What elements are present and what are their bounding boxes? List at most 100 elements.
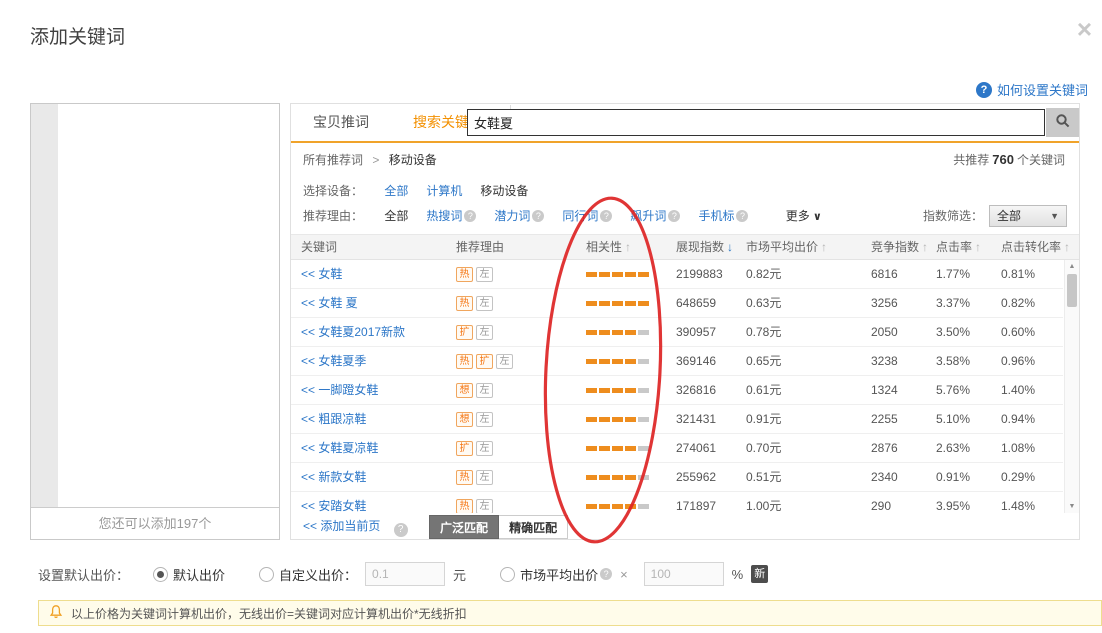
help-link[interactable]: ? 如何设置关键词 — [976, 80, 1088, 99]
custom-bid-input[interactable] — [365, 562, 445, 586]
relevance-bar-segment — [638, 301, 649, 306]
search-button[interactable] — [1046, 108, 1079, 137]
keyword-cell: << 女鞋夏季 — [301, 347, 456, 375]
keyword-link[interactable]: << 女鞋夏季 — [301, 354, 366, 368]
column-header[interactable]: 竞争指数↑ — [871, 235, 936, 259]
question-circle-icon[interactable]: ? — [600, 568, 612, 580]
table-row: << 一脚蹬女鞋想左3268160.61元13245.76%1.40% — [291, 376, 1063, 405]
column-header[interactable]: 点击率↑ — [936, 235, 1001, 259]
keyword-cell: << 一脚蹬女鞋 — [301, 376, 456, 404]
relevance-bar-segment — [599, 272, 610, 277]
reason-option[interactable]: 热搜词? — [426, 209, 476, 223]
market-avg-bid-radio[interactable] — [500, 567, 515, 582]
reason-option[interactable]: 全部 — [384, 209, 408, 223]
column-header[interactable]: 相关性↑ — [586, 235, 676, 259]
sort-arrow-icon[interactable]: ↑ — [922, 240, 928, 254]
scrollbar-up-icon[interactable]: ▲ — [1065, 263, 1079, 270]
cvr-cell: 0.82% — [1001, 289, 1063, 317]
percent-unit-label: % — [732, 567, 744, 582]
more-filters-link[interactable]: 更多∨ — [786, 209, 822, 223]
price-cell: 0.51元 — [746, 463, 871, 491]
reason-badge: 想 — [456, 383, 473, 398]
scrollbar-down-icon[interactable]: ▼ — [1065, 503, 1079, 510]
impressions-cell: 321431 — [676, 405, 746, 433]
keyword-link[interactable]: << 安踏女鞋 — [301, 499, 366, 513]
impressions-cell: 274061 — [676, 434, 746, 462]
relevance-cell — [586, 405, 676, 433]
sort-arrow-icon[interactable]: ↑ — [975, 240, 981, 254]
reason-option[interactable]: 手机标? — [698, 209, 748, 223]
reason-option[interactable]: 飙升词? — [630, 209, 680, 223]
competition-cell: 2340 — [871, 463, 936, 491]
competition-cell: 1324 — [871, 376, 936, 404]
match-button[interactable]: 广泛匹配 — [429, 515, 499, 539]
cvr-cell: 0.96% — [1001, 347, 1063, 375]
sort-arrow-icon[interactable]: ↑ — [625, 240, 631, 254]
question-circle-icon[interactable]: ? — [394, 523, 408, 537]
index-filter-dropdown[interactable]: 全部 ▼ — [989, 205, 1067, 227]
bid-settings-label: 设置默认出价： — [38, 565, 129, 584]
relevance-bar-segment — [612, 359, 623, 364]
search-input[interactable] — [467, 109, 1045, 136]
default-bid-radio[interactable] — [153, 567, 168, 582]
remaining-count-label: 您还可以添加197个 — [31, 507, 279, 539]
column-header[interactable]: 关键词 — [301, 235, 456, 259]
question-circle-icon[interactable]: ? — [532, 210, 544, 222]
relevance-bars — [586, 446, 649, 451]
reason-badge: 扩 — [456, 441, 473, 456]
relevance-cell — [586, 347, 676, 375]
relevance-bars — [586, 417, 649, 422]
device-option[interactable]: 全部 — [384, 184, 408, 198]
column-header-label: 竞争指数 — [871, 240, 919, 254]
question-circle-icon[interactable]: ? — [736, 210, 748, 222]
relevance-bar-segment — [625, 417, 636, 422]
scrollbar-thumb[interactable] — [1067, 274, 1077, 307]
ctr-cell: 1.77% — [936, 260, 1001, 288]
column-header[interactable]: 市场平均出价↑ — [746, 235, 871, 259]
add-current-page-link[interactable]: << 添加当前页 — [303, 519, 380, 533]
sort-arrow-icon[interactable]: ↓ — [727, 240, 733, 254]
custom-bid-radio[interactable] — [259, 567, 274, 582]
reason-badge: 热 — [456, 267, 473, 282]
keyword-link[interactable]: << 女鞋 夏 — [301, 296, 358, 310]
relevance-bar-segment — [638, 388, 649, 393]
table-row: << 安踏女鞋热左1718971.00元2903.95%1.48% — [291, 492, 1063, 513]
keyword-link[interactable]: << 新款女鞋 — [301, 470, 366, 484]
keyword-link[interactable]: << 粗跟凉鞋 — [301, 412, 366, 426]
reason-badge: 左 — [476, 441, 493, 456]
market-percent-input[interactable] — [644, 562, 724, 586]
reason-badge: 热 — [456, 296, 473, 311]
table-row: << 女鞋 夏热左6486590.63元32563.37%0.82% — [291, 289, 1063, 318]
keyword-link[interactable]: << 女鞋 — [301, 267, 342, 281]
tab-bar: 宝贝推词搜索关键词 — [291, 104, 1079, 141]
market-avg-bid-label: 市场平均出价 — [520, 565, 598, 584]
keyword-link[interactable]: << 女鞋夏2017新款 — [301, 325, 405, 339]
column-header[interactable]: 推荐理由 — [456, 235, 586, 259]
relevance-bars — [586, 359, 649, 364]
question-circle-icon[interactable]: ? — [464, 210, 476, 222]
column-header[interactable]: 展现指数↓ — [676, 235, 746, 259]
table-scrollbar[interactable]: ▲ ▼ — [1064, 260, 1079, 513]
relevance-cell — [586, 434, 676, 462]
device-option[interactable]: 计算机 — [426, 184, 462, 198]
breadcrumb-parent[interactable]: 所有推荐词 — [303, 153, 363, 167]
device-option[interactable]: 移动设备 — [480, 184, 528, 198]
reason-badges-cell: 热左 — [456, 463, 586, 491]
question-circle-icon[interactable]: ? — [600, 210, 612, 222]
tab-item[interactable]: 宝贝推词 — [291, 104, 391, 141]
sort-arrow-icon[interactable]: ↑ — [821, 240, 827, 254]
reason-option[interactable]: 同行词? — [562, 209, 612, 223]
relevance-bars — [586, 330, 649, 335]
match-button[interactable]: 精确匹配 — [499, 515, 568, 539]
breadcrumb-separator: > — [372, 153, 379, 167]
keyword-link[interactable]: << 女鞋夏凉鞋 — [301, 441, 378, 455]
column-header[interactable]: 点击转化率↑ — [1001, 235, 1079, 259]
keyword-link[interactable]: << 一脚蹬女鞋 — [301, 383, 378, 397]
sort-arrow-icon[interactable]: ↑ — [1064, 240, 1070, 254]
question-circle-icon[interactable]: ? — [668, 210, 680, 222]
relevance-bar-segment — [599, 475, 610, 480]
reason-option[interactable]: 潜力词? — [494, 209, 544, 223]
price-cell: 0.78元 — [746, 318, 871, 346]
close-icon[interactable]: × — [1077, 16, 1092, 42]
relevance-bar-segment — [612, 388, 623, 393]
